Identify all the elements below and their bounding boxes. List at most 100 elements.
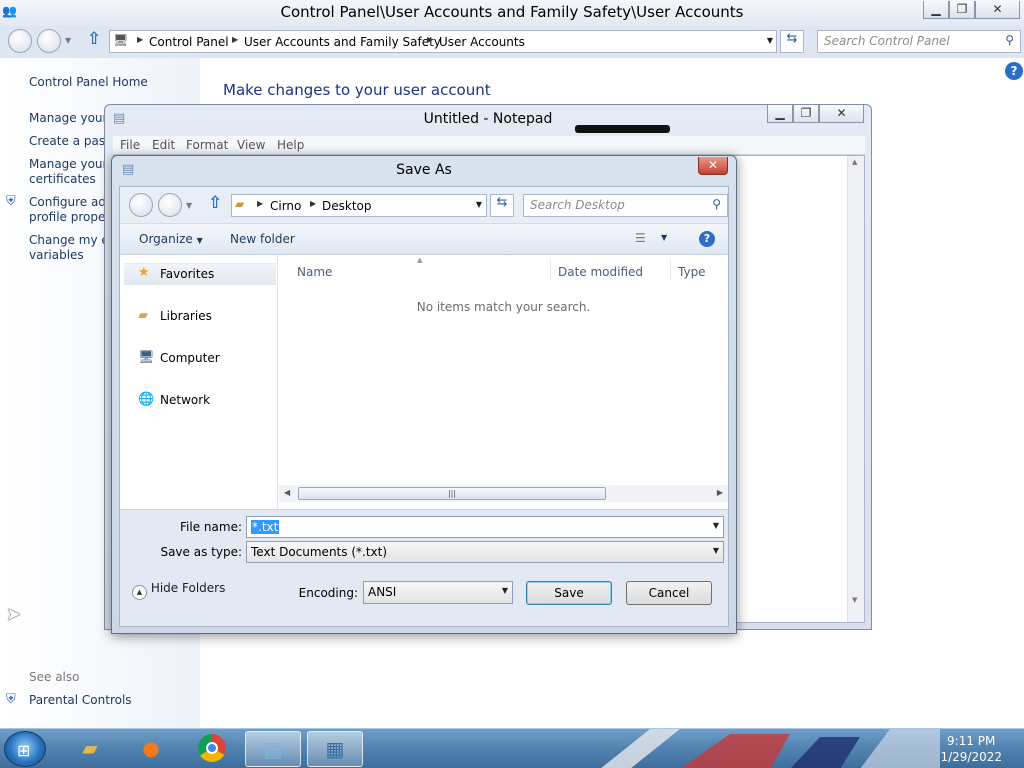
parental-controls-link[interactable]: Parental Controls bbox=[29, 693, 132, 708]
breadcrumb-desktop[interactable]: Desktop bbox=[322, 199, 372, 213]
breadcrumb-chevron-icon[interactable]: ▶ bbox=[310, 199, 316, 208]
search-control-panel-input[interactable]: Search Control Panel ⚲ bbox=[817, 30, 1021, 53]
save-as-type-label: Save as type: bbox=[160, 545, 242, 559]
page-title: Make changes to your user account bbox=[223, 81, 491, 99]
column-type[interactable]: Type bbox=[678, 265, 706, 279]
scroll-right-icon[interactable]: ▶ bbox=[717, 488, 723, 497]
forward-button[interactable] bbox=[37, 29, 61, 53]
start-button[interactable]: ⊞ bbox=[4, 731, 46, 767]
cancel-button[interactable]: Cancel bbox=[626, 581, 712, 605]
organize-button[interactable]: Organize ▼ bbox=[139, 232, 203, 246]
folder-icon: ▰ bbox=[82, 736, 98, 760]
breadcrumb-chevron-icon[interactable]: ▶ bbox=[137, 35, 143, 44]
help-icon[interactable]: ? bbox=[1005, 62, 1023, 80]
menu-file[interactable]: File bbox=[120, 138, 140, 152]
breadcrumb-chevron-icon[interactable]: ▶ bbox=[232, 35, 238, 44]
taskbar-explorer[interactable]: ▰ bbox=[62, 731, 118, 767]
horizontal-scrollbar[interactable]: ◀ ||| ▶ bbox=[279, 485, 728, 502]
empty-list-message: No items match your search. bbox=[416, 300, 591, 314]
save-button[interactable]: Save bbox=[526, 581, 612, 605]
shield-icon: ⛨ bbox=[6, 692, 16, 707]
nav-libraries[interactable]: Libraries bbox=[160, 309, 212, 323]
redacted-area bbox=[575, 125, 670, 133]
chrome-icon bbox=[198, 734, 226, 762]
taskbar-notepad[interactable]: ▤ bbox=[245, 731, 301, 767]
menu-view[interactable]: View bbox=[237, 138, 265, 152]
save-as-type-dropdown-icon[interactable]: ▼ bbox=[713, 546, 719, 555]
scroll-up-icon[interactable]: ▲ bbox=[852, 158, 857, 166]
nav-favorites[interactable]: Favorites bbox=[160, 267, 214, 281]
address-dropdown-icon[interactable]: ▼ bbox=[767, 36, 773, 45]
file-name-label: File name: bbox=[180, 520, 242, 534]
up-arrow-icon[interactable]: ⇧ bbox=[87, 29, 101, 49]
close-button[interactable]: ✕ bbox=[975, 1, 1020, 19]
column-name[interactable]: Name bbox=[297, 265, 332, 279]
control-panel-home-link[interactable]: Control Panel Home bbox=[29, 75, 148, 90]
file-name-dropdown-icon[interactable]: ▼ bbox=[713, 521, 719, 530]
history-dropdown-icon[interactable]: ▼ bbox=[65, 36, 71, 45]
hide-folders-button[interactable]: ▲ Hide Folders bbox=[132, 581, 226, 600]
notepad-maximize-button[interactable]: ❐ bbox=[793, 105, 819, 123]
dialog-forward-button[interactable] bbox=[158, 193, 182, 217]
manage-file-encryption-link[interactable]: Manage your f bbox=[29, 157, 116, 172]
address-field[interactable]: 🖥 ▶ Control Panel ▶ User Accounts and Fa… bbox=[109, 30, 777, 53]
breadcrumb-chevron-icon[interactable]: ▶ bbox=[257, 199, 263, 208]
breadcrumb-control-panel[interactable]: Control Panel bbox=[149, 35, 229, 49]
dialog-address-field[interactable]: ▰ ▶ Cirno ▶ Desktop ▼ bbox=[231, 194, 487, 217]
encoding-dropdown-icon[interactable]: ▼ bbox=[502, 586, 508, 595]
configure-advanced-profile-link-line2[interactable]: profile propert bbox=[29, 210, 115, 225]
scroll-down-icon[interactable]: ▼ bbox=[852, 596, 857, 604]
column-date-modified[interactable]: Date modified bbox=[558, 265, 643, 279]
dialog-up-arrow-icon[interactable]: ⇧ bbox=[208, 193, 222, 213]
notepad-minimize-button[interactable]: ▁ bbox=[767, 105, 793, 123]
encoding-select[interactable]: ANSI ▼ bbox=[363, 581, 513, 604]
search-desktop-input[interactable]: Search Desktop ⚲ bbox=[523, 194, 728, 217]
taskbar-chrome[interactable] bbox=[184, 731, 240, 767]
save-as-type-select[interactable]: Text Documents (*.txt) ▼ bbox=[246, 541, 724, 563]
dialog-back-button[interactable] bbox=[129, 193, 153, 217]
configure-advanced-profile-link[interactable]: Configure adv bbox=[29, 195, 113, 210]
chevron-down-icon: ▼ bbox=[196, 236, 203, 245]
dialog-refresh-icon[interactable]: ⇆ bbox=[490, 194, 514, 217]
control-panel-titlebar: 👥 Control Panel\User Accounts and Family… bbox=[0, 0, 1024, 26]
nav-computer[interactable]: Computer bbox=[160, 351, 220, 365]
menu-format[interactable]: Format bbox=[186, 138, 228, 152]
notepad-close-button[interactable]: ✕ bbox=[819, 105, 864, 123]
search-icon: ⚲ bbox=[712, 197, 721, 211]
breadcrumb-user-accounts-family-safety[interactable]: User Accounts and Family Safety bbox=[244, 35, 441, 49]
manage-file-encryption-link-line2[interactable]: certificates bbox=[29, 172, 96, 187]
column-divider[interactable] bbox=[670, 259, 671, 281]
taskbar-firefox[interactable]: ● bbox=[123, 731, 179, 767]
nav-network[interactable]: Network bbox=[160, 393, 210, 407]
scroll-left-icon[interactable]: ◀ bbox=[284, 488, 290, 497]
breadcrumb-cirno[interactable]: Cirno bbox=[270, 199, 301, 213]
system-clock[interactable]: 9:11 PM 1/29/2022 bbox=[940, 733, 1002, 765]
control-panel-title: Control Panel\User Accounts and Family S… bbox=[280, 3, 744, 21]
column-divider[interactable] bbox=[550, 259, 551, 281]
breadcrumb-user-accounts[interactable]: User Accounts bbox=[439, 35, 525, 49]
dialog-address-dropdown-icon[interactable]: ▼ bbox=[476, 200, 482, 209]
dialog-body: ▼ ⇧ ▰ ▶ Cirno ▶ Desktop ▼ ⇆ Search Deskt… bbox=[119, 186, 729, 627]
minimize-button[interactable]: ▁ bbox=[923, 1, 949, 19]
view-dropdown-icon[interactable]: ▼ bbox=[661, 233, 667, 242]
control-panel-address-bar: ▼ ⇧ 🖥 ▶ Control Panel ▶ User Accounts an… bbox=[0, 26, 1024, 58]
maximize-button[interactable]: ❐ bbox=[949, 1, 975, 19]
dialog-history-dropdown-icon[interactable]: ▼ bbox=[186, 201, 192, 210]
hide-folders-label: Hide Folders bbox=[150, 581, 226, 595]
file-name-input[interactable]: *.txt ▼ bbox=[246, 516, 724, 538]
view-options-icon[interactable]: ☰ bbox=[635, 231, 646, 245]
scroll-thumb[interactable]: ||| bbox=[298, 487, 606, 500]
taskbar-control-panel[interactable]: ▦ bbox=[307, 731, 363, 767]
breadcrumb-chevron-icon[interactable]: ▶ bbox=[427, 35, 433, 44]
dialog-help-icon[interactable]: ? bbox=[699, 231, 715, 247]
file-list[interactable]: Name ▲ Date modified Type No items match… bbox=[279, 255, 728, 509]
dialog-toolbar: Organize ▼ New folder ☰ ▼ ? bbox=[120, 223, 728, 255]
notepad-vertical-scrollbar[interactable]: ▲ ▼ bbox=[847, 156, 864, 622]
menu-edit[interactable]: Edit bbox=[152, 138, 175, 152]
dialog-close-button[interactable]: ✕ bbox=[698, 157, 728, 175]
refresh-icon[interactable]: ⇆ bbox=[780, 30, 804, 53]
back-button[interactable] bbox=[8, 29, 32, 53]
new-folder-button[interactable]: New folder bbox=[230, 232, 295, 246]
menu-help[interactable]: Help bbox=[277, 138, 304, 152]
change-environment-variables-link-line2[interactable]: variables bbox=[29, 248, 84, 263]
